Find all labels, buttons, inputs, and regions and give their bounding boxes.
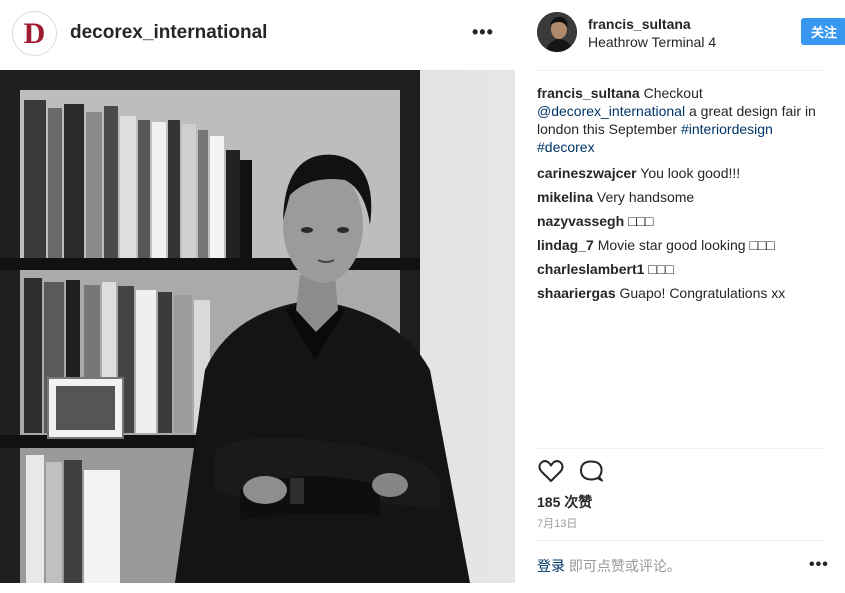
post-photo-image (0, 70, 515, 583)
comment-text: Movie star good looking □□□ (597, 237, 775, 253)
comment-text: You look good!!! (640, 165, 741, 181)
comment-item: mikelina Very handsome (537, 188, 827, 206)
post-location[interactable]: Heathrow Terminal 4 (588, 34, 716, 50)
caption-text-1: Checkout (643, 85, 703, 101)
author-avatar-image (537, 12, 577, 52)
divider (537, 448, 825, 449)
caption-hashtag[interactable]: #interiordesign (681, 121, 773, 137)
more-options-icon[interactable]: ••• (472, 22, 494, 43)
comment-username[interactable]: lindag_7 (537, 237, 594, 253)
post-details-panel: francis_sultana Heathrow Terminal 4 关注 f… (515, 0, 845, 593)
divider (537, 540, 825, 541)
post-author-row: francis_sultana Heathrow Terminal 4 关注 (537, 12, 845, 58)
post-photo[interactable] (0, 70, 515, 583)
account-name[interactable]: decorex_international (70, 22, 267, 44)
login-prompt-text: 即可点赞或评论。 (568, 558, 681, 574)
login-prompt: 登录 即可点赞或评论。 (537, 556, 681, 576)
brand-logo-letter: D (23, 16, 46, 50)
divider (537, 70, 825, 71)
comment-text: Guapo! Congratulations xx (619, 285, 786, 301)
heart-icon[interactable] (537, 457, 565, 485)
author-username[interactable]: francis_sultana (588, 16, 691, 32)
comment-item: nazyvassegh □□□ (537, 212, 827, 230)
more-options-icon[interactable]: ••• (809, 556, 829, 574)
post-date[interactable]: 7月13日 (537, 515, 577, 531)
post-header: D decorex_international ••• (0, 0, 515, 70)
comment-bubble-icon[interactable] (577, 457, 605, 485)
brand-logo[interactable]: D (12, 11, 57, 56)
comment-item: charleslambert1 □□□ (537, 260, 827, 278)
caption: francis_sultana Checkout @decorex_intern… (537, 84, 827, 156)
comment-username[interactable]: mikelina (537, 189, 593, 205)
author-avatar[interactable] (537, 12, 577, 52)
likes-count[interactable]: 185 次赞 (537, 492, 592, 512)
caption-hashtag[interactable]: #decorex (537, 139, 595, 155)
caption-mention[interactable]: @decorex_international (537, 103, 685, 119)
comment-username[interactable]: nazyvassegh (537, 213, 624, 229)
comment-text: □□□ (648, 261, 674, 277)
post-actions (537, 457, 657, 487)
comment-text: Very handsome (596, 189, 695, 205)
comment-item: carineszwajcer You look good!!! (537, 164, 827, 182)
follow-button[interactable]: 关注 (801, 18, 845, 45)
caption-username[interactable]: francis_sultana (537, 85, 640, 101)
comment-item: shaariergas Guapo! Congratulations xx (537, 284, 827, 302)
comment-username[interactable]: charleslambert1 (537, 261, 644, 277)
comment-username[interactable]: carineszwajcer (537, 165, 637, 181)
comment-item: lindag_7 Movie star good looking □□□ (537, 236, 827, 254)
login-link[interactable]: 登录 (537, 558, 565, 574)
comment-text: □□□ (628, 213, 654, 229)
comments-list: francis_sultana Checkout @decorex_intern… (537, 84, 827, 308)
comment-username[interactable]: shaariergas (537, 285, 616, 301)
